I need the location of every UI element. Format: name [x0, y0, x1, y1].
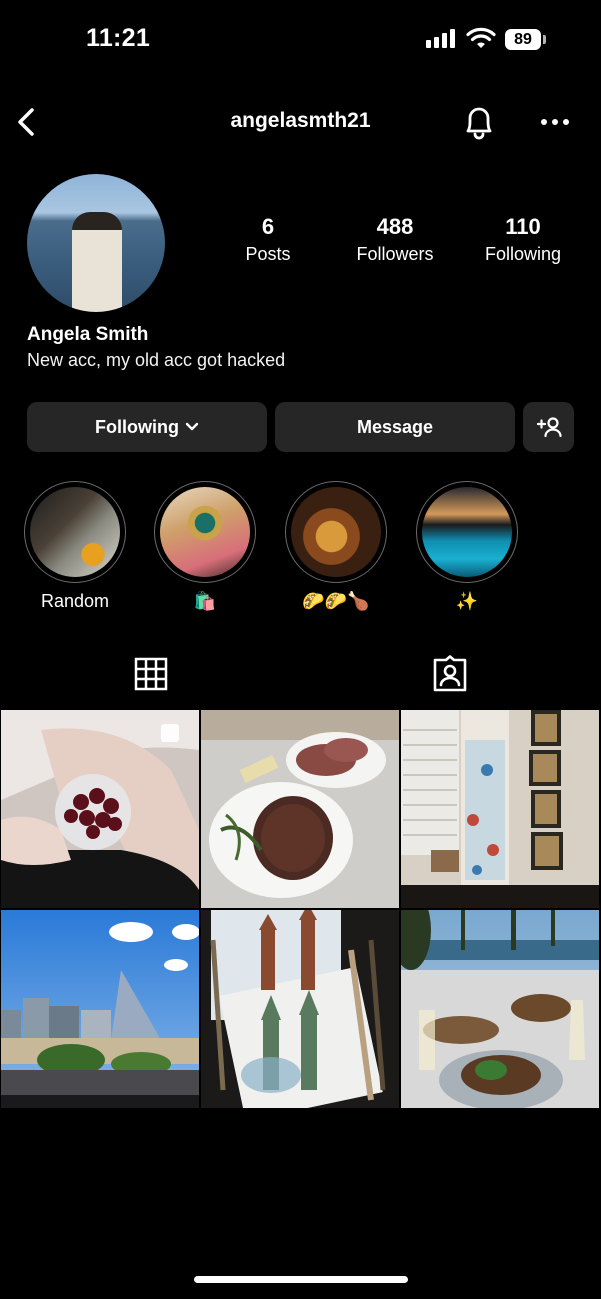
highlight-label: Random	[40, 591, 110, 611]
highlight-random[interactable]: Random	[24, 481, 126, 612]
post-room-shelf[interactable]	[401, 710, 599, 908]
post-cherries[interactable]	[1, 710, 199, 908]
post-image	[1, 710, 199, 908]
tagged-icon[interactable]	[431, 655, 469, 693]
wifi-icon	[466, 27, 496, 48]
following-button[interactable]: Following	[27, 402, 267, 452]
stat-followers[interactable]: 488 Followers	[335, 214, 455, 265]
post-image	[201, 910, 399, 1108]
stat-posts-label: Posts	[245, 244, 291, 264]
highlight-ring	[285, 481, 387, 583]
battery-cap	[543, 35, 546, 44]
battery-icon: 89	[505, 29, 541, 50]
highlight-label: ✨	[455, 591, 479, 611]
highlight-ring	[154, 481, 256, 583]
highlight-food[interactable]: 🌮🌮🍗	[285, 481, 387, 612]
signal-icon	[426, 28, 455, 48]
post-city-skyline[interactable]	[1, 910, 199, 1108]
profile-full-name: Angela Smith	[27, 324, 149, 345]
chevron-down-icon	[185, 422, 199, 431]
post-watercolor-sketch[interactable]	[201, 910, 399, 1108]
stat-following-label: Following	[484, 244, 562, 264]
stat-followers-value: 488	[376, 214, 414, 239]
highlight-sparkles[interactable]: ✨	[416, 481, 518, 612]
highlight-ring	[416, 481, 518, 583]
profile-username: angelasmth21	[230, 109, 371, 132]
highlight-label: 🌮🌮🍗	[302, 591, 370, 611]
stat-followers-label: Followers	[356, 244, 434, 264]
more-icon[interactable]	[540, 118, 570, 126]
add-person-button[interactable]	[523, 402, 574, 452]
profile-bio: New acc, my old acc got hacked	[27, 350, 286, 370]
highlight-label: 🛍️	[193, 591, 217, 611]
stat-posts-value: 6	[261, 214, 275, 239]
highlight-cover	[160, 487, 250, 577]
home-indicator[interactable]	[194, 1276, 408, 1283]
post-image	[1, 910, 199, 1108]
grid-icon[interactable]	[134, 657, 168, 691]
post-steak[interactable]	[201, 710, 399, 908]
status-time: 11:21	[86, 24, 151, 52]
add-person-icon	[536, 417, 562, 438]
highlight-shopping[interactable]: 🛍️	[154, 481, 256, 612]
post-image	[401, 910, 599, 1108]
highlight-ring	[24, 481, 126, 583]
highlight-cover	[291, 487, 381, 577]
message-button-label: Message	[356, 416, 434, 437]
message-button[interactable]: Message	[275, 402, 515, 452]
bell-icon[interactable]	[460, 102, 498, 142]
post-image	[401, 710, 599, 908]
highlight-cover	[30, 487, 120, 577]
highlight-cover	[422, 487, 512, 577]
post-image	[201, 710, 399, 908]
following-button-label: Following	[95, 416, 179, 437]
stat-following[interactable]: 110 Following	[463, 214, 583, 265]
avatar-figure	[72, 212, 122, 312]
stat-posts[interactable]: 6 Posts	[208, 214, 328, 265]
profile-avatar[interactable]	[27, 174, 165, 312]
post-restaurant-dinner[interactable]	[401, 910, 599, 1108]
stat-following-value: 110	[505, 214, 541, 239]
